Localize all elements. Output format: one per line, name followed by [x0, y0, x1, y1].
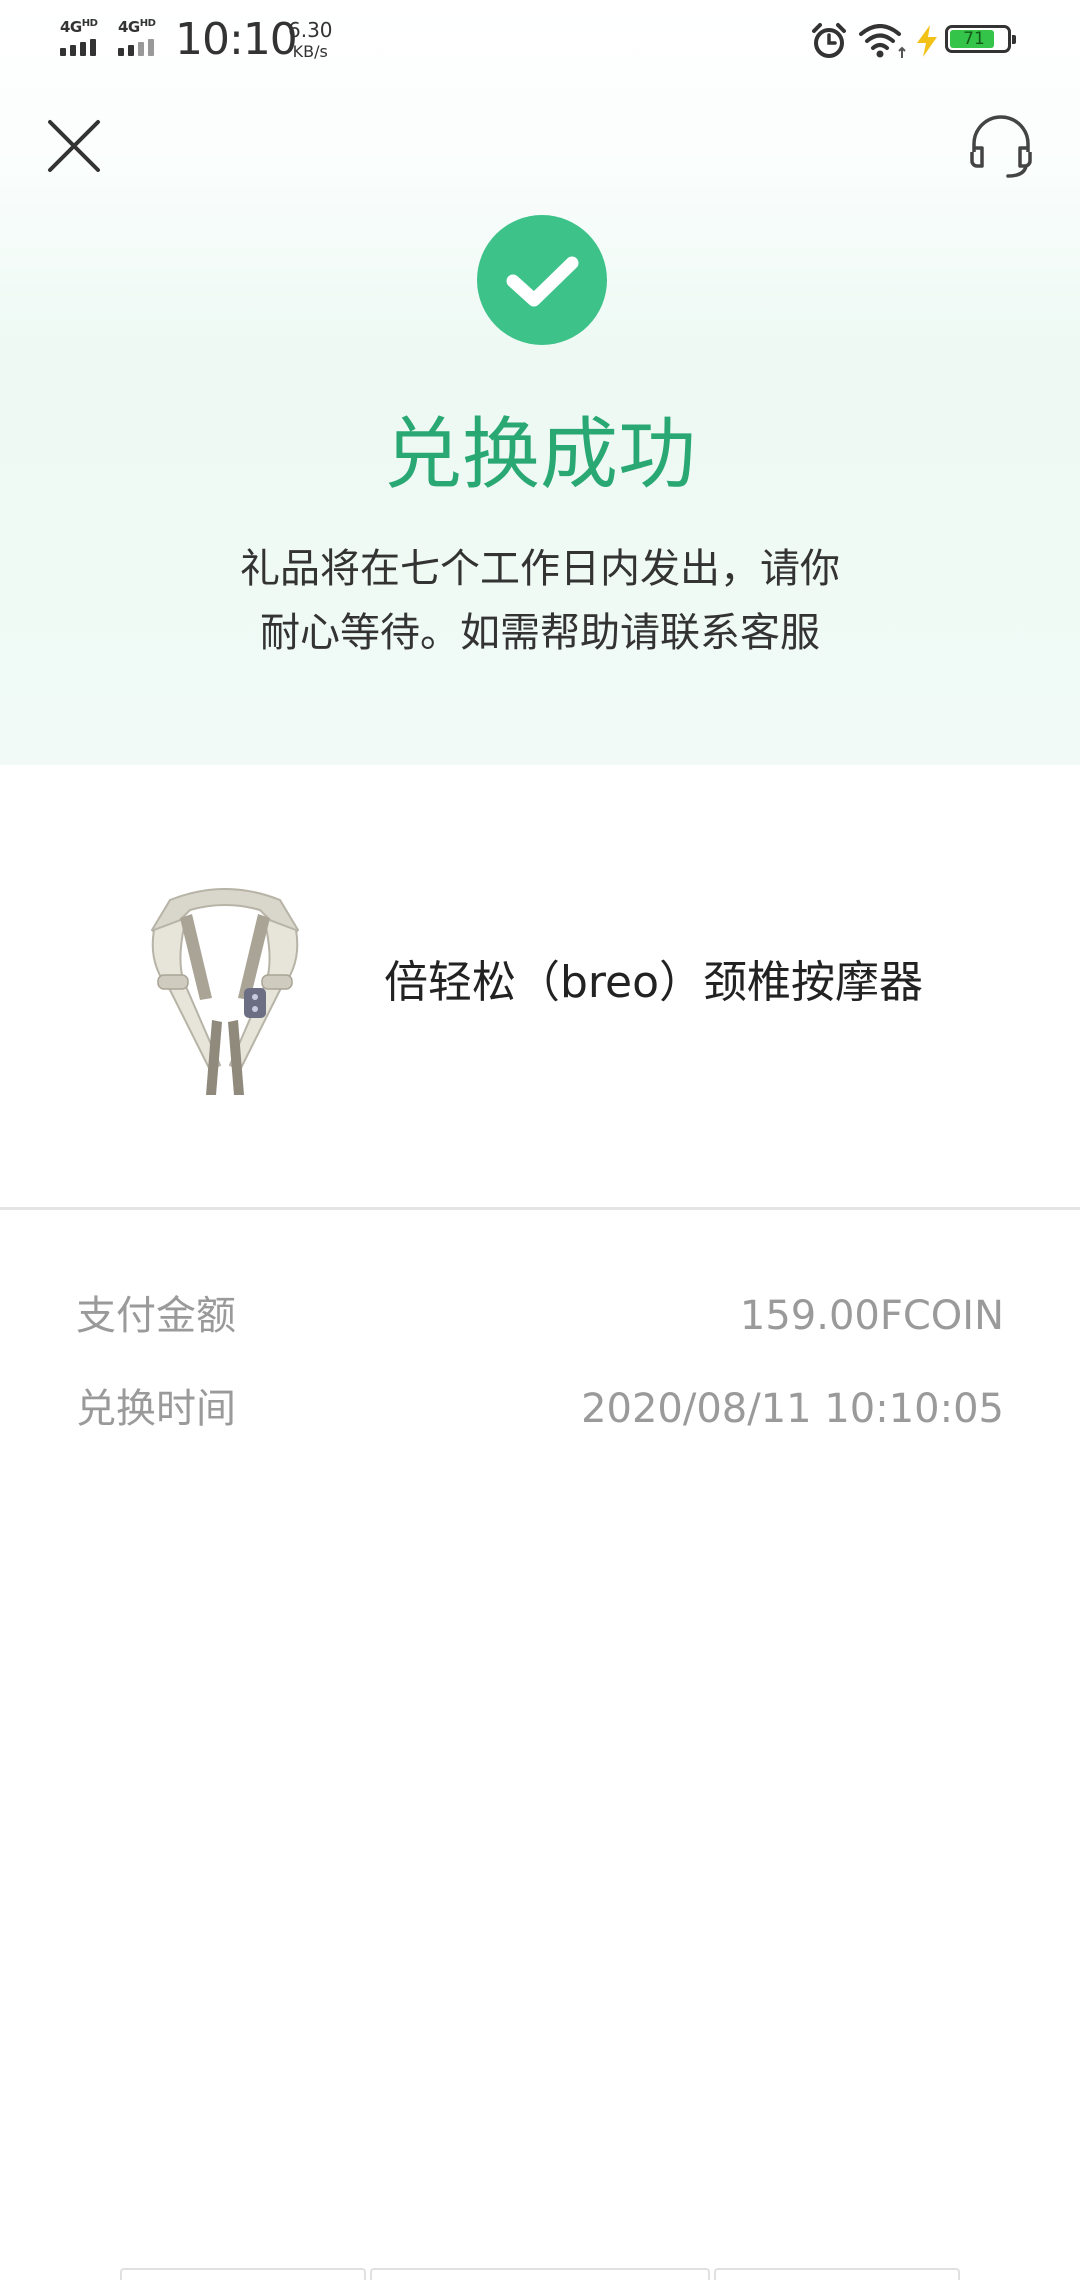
signal-icon: 4GHD: [60, 18, 110, 58]
product-name: 倍轻松（breo）颈椎按摩器: [384, 957, 924, 1008]
description-line: 耐心等待。如需帮助请联系客服: [260, 610, 820, 656]
bottom-edge-card: [120, 2268, 366, 2280]
network-speed: 6.30 KB/s: [288, 18, 333, 62]
signal-icon: 4GHD: [118, 18, 168, 58]
success-title: 兑换成功: [383, 410, 696, 500]
success-description: 礼品将在七个工作日内发出，请你 耐心等待。如需帮助请联系客服: [200, 537, 880, 665]
status-time: 10:10: [175, 14, 298, 65]
bottom-edge-card: [714, 2268, 960, 2280]
description-line: 礼品将在七个工作日内发出，请你: [240, 546, 840, 592]
customer-service-button[interactable]: [966, 108, 1042, 184]
payment-amount-row: 支付金额 159.00FCOIN: [76, 1286, 1004, 1346]
exchange-time-row: 兑换时间 2020/08/11 10:10:05: [76, 1379, 1004, 1439]
product-card[interactable]: 倍轻松（breo）颈椎按摩器: [0, 765, 1080, 1210]
status-bar: 4GHD 4GHD 10:10 6.30 KB/s 71: [0, 0, 1080, 84]
exchange-time-value: 2020/08/11 10:10:05: [581, 1386, 1004, 1432]
headset-icon: [970, 115, 1032, 178]
payment-amount-value: 159.00FCOIN: [739, 1293, 1004, 1339]
charging-icon: [917, 25, 937, 57]
exchange-time-label: 兑换时间: [76, 1386, 236, 1432]
battery-indicator: 71: [945, 25, 1016, 53]
bottom-edge-card: [370, 2268, 710, 2280]
check-circle-icon: [477, 215, 607, 345]
wifi-icon: [859, 24, 906, 58]
alarm-icon: [812, 23, 846, 58]
neck-massager-image: [150, 888, 300, 1095]
close-button[interactable]: [40, 112, 110, 182]
close-icon: [48, 120, 100, 172]
divider: [0, 1207, 1080, 1210]
payment-amount-label: 支付金额: [76, 1293, 236, 1339]
